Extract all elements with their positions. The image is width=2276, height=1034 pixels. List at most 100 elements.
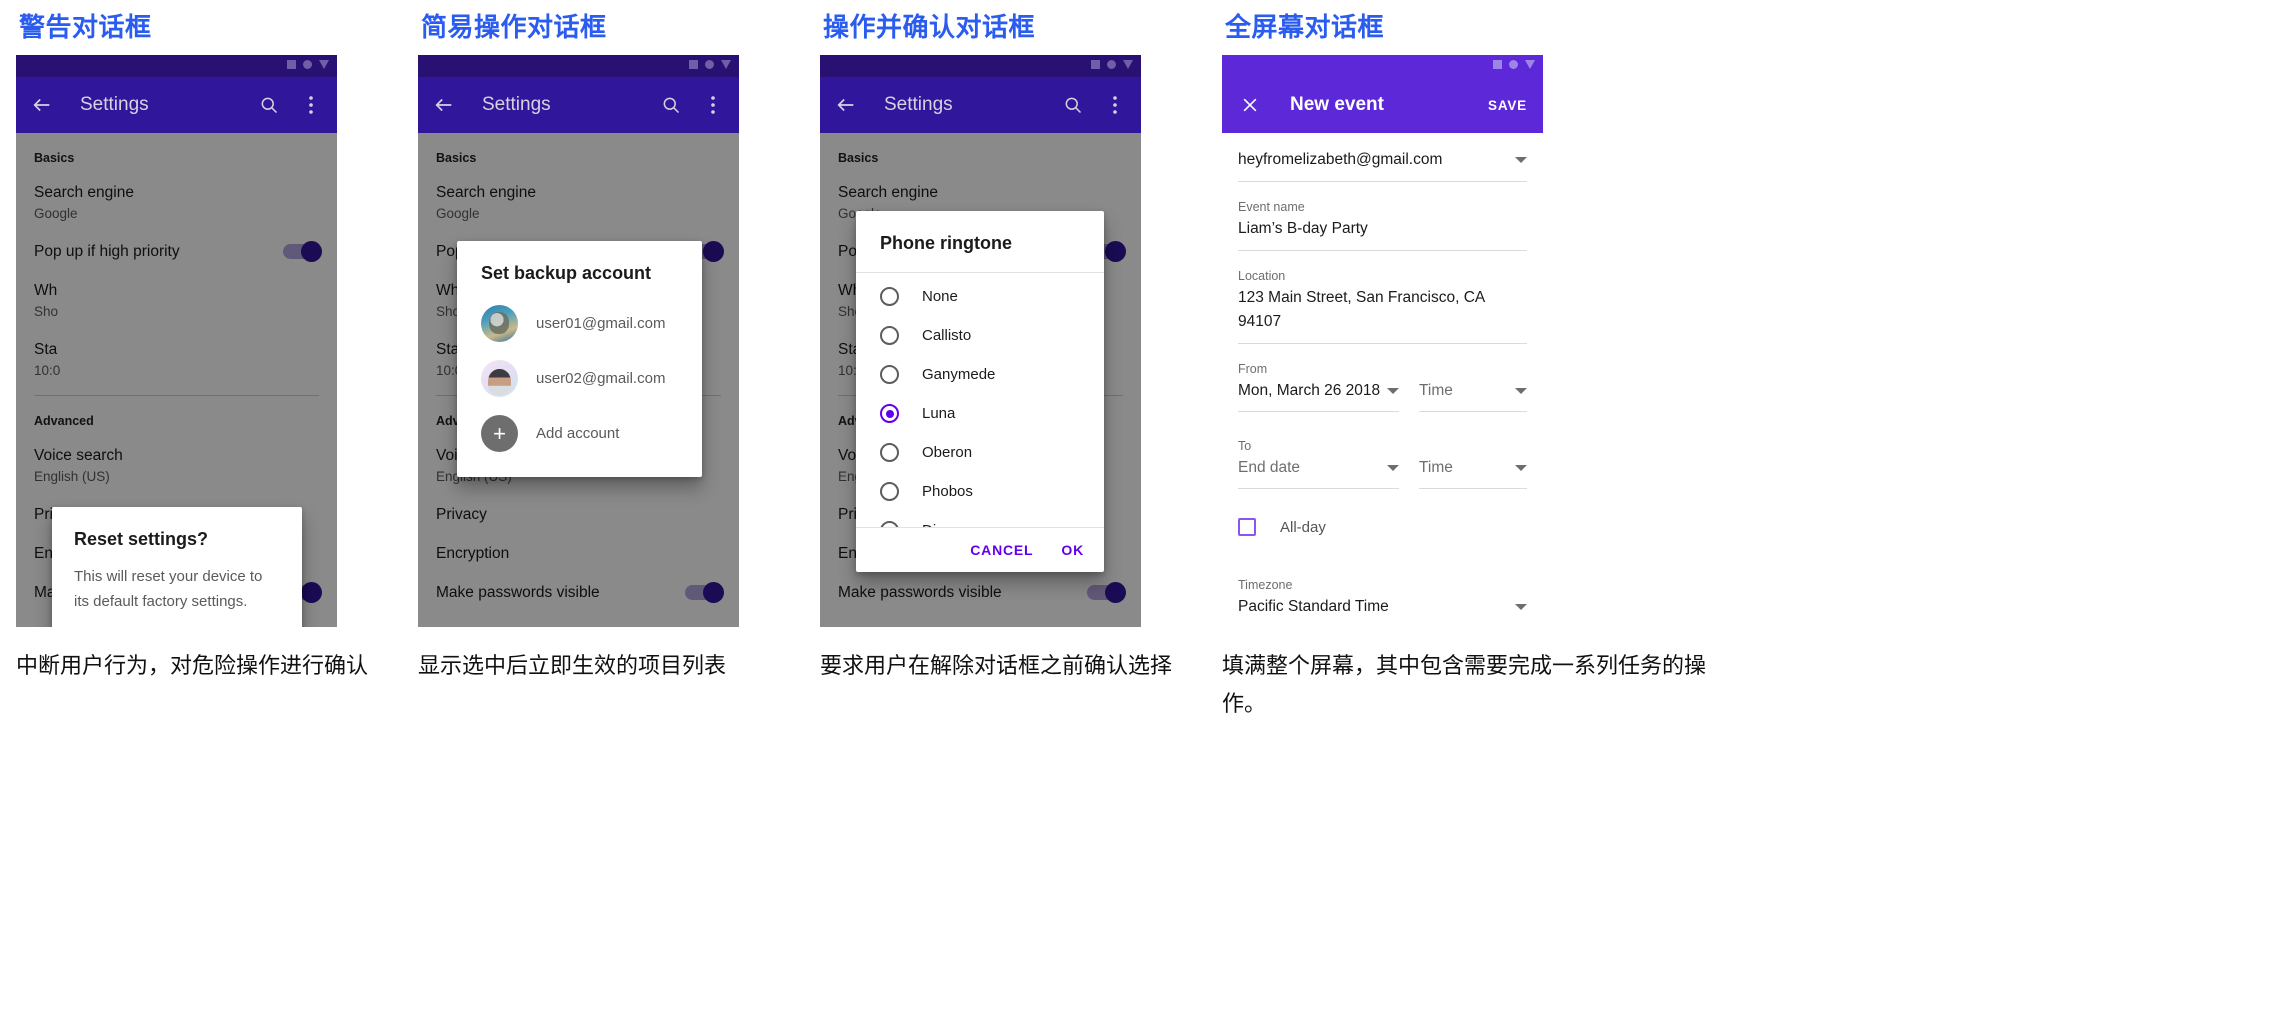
radio-button[interactable]: [880, 482, 899, 501]
ok-button[interactable]: OK: [1061, 542, 1084, 558]
account-option-add-account[interactable]: + Add account: [457, 406, 702, 461]
all-day-row[interactable]: All-day: [1238, 498, 1527, 560]
field-label: To: [1238, 439, 1252, 453]
plus-icon: +: [481, 415, 518, 452]
phone-mockup: Settings Basics Search engine Google Po: [16, 55, 337, 627]
to-time-value: Time: [1419, 459, 1453, 476]
settings-row-make-passwords-visible[interactable]: Make passwords visible: [436, 569, 724, 608]
settings-row-encryption[interactable]: Encryption: [436, 530, 721, 569]
settings-row-popup[interactable]: Pop up if high priority: [34, 228, 322, 267]
to-field-group: To End date Time: [1238, 421, 1527, 498]
settings-screen: Basics Search engine Google Pop up if hi…: [820, 133, 1141, 627]
status-bar: [1222, 55, 1543, 77]
account-option-user02[interactable]: user02@gmail.com: [457, 351, 702, 406]
fullscreen-app-bar: New event SAVE: [1222, 77, 1543, 133]
row-subtitle: English (US): [34, 469, 110, 484]
settings-row-sta[interactable]: Sta 10:0: [34, 326, 319, 385]
ringtone-option-ganymede[interactable]: Ganymede: [856, 355, 1104, 394]
radio-button[interactable]: [880, 326, 899, 345]
settings-row-privacy[interactable]: Privacy: [436, 491, 721, 530]
settings-row-search-engine[interactable]: Search engine Google: [436, 169, 721, 228]
search-icon[interactable]: [1061, 93, 1085, 117]
chevron-down-icon[interactable]: [1515, 388, 1527, 394]
radio-button[interactable]: [880, 521, 899, 527]
confirmation-dialog-header: Phone ringtone: [856, 211, 1104, 273]
option-label: Luna: [922, 405, 956, 422]
from-date-select[interactable]: Mon, March 26 2018: [1238, 379, 1399, 412]
settings-row-voice-search[interactable]: Voice search English (US): [34, 432, 319, 491]
triangle-down-icon: [319, 60, 329, 69]
circle-icon: [1509, 60, 1518, 69]
to-time-select[interactable]: Time: [1419, 456, 1527, 489]
option-label: Callisto: [922, 327, 972, 344]
settings-screen: Basics Search engine Google Pop up if hi…: [16, 133, 337, 627]
radio-button[interactable]: [880, 287, 899, 306]
row-title: Search engine: [436, 184, 536, 201]
row-title: Voice search: [34, 447, 123, 464]
settings-row-make-passwords-visible[interactable]: Make passwords visible: [838, 569, 1126, 608]
settings-row-wh[interactable]: Wh Sho: [34, 267, 319, 326]
confirmation-dialog-actions: CANCEL OK: [856, 527, 1104, 572]
chevron-down-icon[interactable]: [1387, 465, 1399, 471]
ringtone-option-callisto[interactable]: Callisto: [856, 316, 1104, 355]
radio-button[interactable]: [880, 443, 899, 462]
row-title: Sta: [34, 341, 58, 358]
ringtone-option-phobos[interactable]: Phobos: [856, 472, 1104, 511]
toggle-switch[interactable]: [685, 582, 724, 603]
square-icon: [1091, 60, 1100, 69]
search-icon[interactable]: [659, 93, 683, 117]
account-option-user01[interactable]: user01@gmail.com: [457, 296, 702, 351]
account-selector[interactable]: heyfromelizabeth@gmail.com: [1238, 133, 1527, 182]
ringtone-option-oberon[interactable]: Oberon: [856, 433, 1104, 472]
option-label: None: [922, 288, 958, 305]
overflow-menu-icon[interactable]: [1103, 93, 1127, 117]
status-bar-icons: [1493, 60, 1535, 69]
option-label: Oberon: [922, 444, 973, 461]
cancel-button[interactable]: CANCEL: [970, 542, 1033, 558]
back-arrow-icon[interactable]: [432, 93, 456, 117]
alert-dialog-message: This will reset your device to its defau…: [74, 568, 263, 610]
dialog-patterns-board: 警告对话框 Settings Basics Search engine Goog…: [0, 0, 2276, 1034]
event-name-field[interactable]: Event name Liam’s B-day Party: [1238, 182, 1527, 251]
chevron-down-icon[interactable]: [1515, 157, 1527, 163]
overflow-menu-icon[interactable]: [701, 93, 725, 117]
ringtone-option-none[interactable]: None: [856, 277, 1104, 316]
circle-icon: [1107, 60, 1116, 69]
back-arrow-icon[interactable]: [30, 93, 54, 117]
chevron-down-icon[interactable]: [1387, 388, 1399, 394]
square-icon: [689, 60, 698, 69]
all-day-label: All-day: [1280, 518, 1326, 536]
status-bar: [418, 55, 739, 77]
timezone-field[interactable]: Timezone Pacific Standard Time: [1238, 560, 1527, 627]
fullscreen-dialog-title: New event: [1290, 94, 1384, 115]
row-subtitle: 10:0: [34, 363, 61, 378]
panel-caption: 显示选中后立即生效的项目列表: [418, 653, 727, 678]
ringtone-option-list[interactable]: None Callisto Ganymede Luna Oberon Phobo…: [856, 273, 1104, 527]
back-arrow-icon[interactable]: [834, 93, 858, 117]
radio-button[interactable]: [880, 365, 899, 384]
toggle-switch[interactable]: [1087, 582, 1126, 603]
circle-icon: [705, 60, 714, 69]
toggle-switch[interactable]: [283, 241, 322, 262]
status-bar: [820, 55, 1141, 77]
ringtone-option-luna[interactable]: Luna: [856, 394, 1104, 433]
chevron-down-icon[interactable]: [1515, 604, 1527, 610]
alert-dialog-title: Reset settings?: [74, 529, 209, 549]
panel-caption: 填满整个屏幕，其中包含需要完成一系列任务的操作。: [1222, 653, 1707, 716]
ringtone-option-dione[interactable]: Dione: [856, 511, 1104, 527]
photo-avatar-diver-icon: [481, 305, 518, 342]
radio-button-selected[interactable]: [880, 404, 899, 423]
row-title: Make passwords visible: [838, 584, 1002, 601]
save-button[interactable]: SAVE: [1488, 98, 1527, 113]
overflow-menu-icon[interactable]: [299, 93, 323, 117]
to-date-select[interactable]: End date: [1238, 456, 1399, 489]
chevron-down-icon[interactable]: [1515, 465, 1527, 471]
app-bar: Settings: [16, 77, 337, 133]
settings-row-search-engine[interactable]: Search engine Google: [34, 169, 319, 228]
from-time-select[interactable]: Time: [1419, 379, 1527, 412]
all-day-checkbox[interactable]: [1238, 518, 1256, 536]
search-icon[interactable]: [257, 93, 281, 117]
location-field[interactable]: Location 123 Main Street, San Francisco,…: [1238, 251, 1527, 344]
close-icon[interactable]: [1238, 93, 1262, 117]
confirmation-dialog-title: Phone ringtone: [880, 233, 1012, 253]
